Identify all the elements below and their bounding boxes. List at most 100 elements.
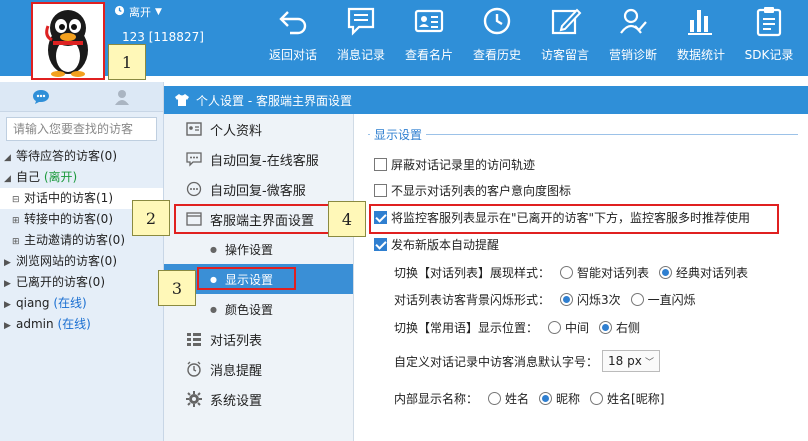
- blink-style-label: 对话列表访客背景闪烁形式：: [394, 293, 551, 307]
- chat-circle-icon: [186, 181, 202, 197]
- radio-nickname[interactable]: [539, 392, 553, 405]
- nav-chat-list-label: 对话列表: [210, 333, 263, 349]
- nav-auto-reply-online[interactable]: 自动回复-在线客服: [164, 144, 353, 174]
- tree-transfer-label: 转接中的访客(0): [24, 212, 113, 226]
- collapse-icon: ⊟: [12, 195, 20, 205]
- view-card-button[interactable]: 查看名片: [396, 2, 462, 66]
- message-record-icon: [347, 7, 375, 36]
- id-card-icon: [186, 122, 202, 136]
- checkbox-auto-update-notice[interactable]: [374, 238, 387, 251]
- bar-chart-icon: [688, 10, 712, 35]
- marketing-diagnosis-label: 营销诊断: [608, 48, 657, 62]
- alarm-clock-icon: [187, 361, 201, 377]
- section-divider: [368, 134, 798, 135]
- nav-profile[interactable]: 个人资料: [164, 114, 353, 144]
- tree-waiting[interactable]: ◢ 等待应答的访客(0): [0, 146, 163, 167]
- tree-admin-status: (在线): [57, 317, 91, 331]
- nav-chat-list[interactable]: 对话列表: [164, 324, 353, 354]
- radio-classic-list[interactable]: [659, 266, 673, 279]
- radio-phrase-right-label: 右侧: [616, 321, 641, 335]
- option-hide-intent-icon[interactable]: 不显示对话列表的客户意向度图标: [374, 182, 571, 199]
- phrase-position-row: 切换【常用语】显示位置： 中间 右侧: [394, 319, 640, 336]
- data-statistics-label: 数据统计: [676, 48, 725, 62]
- view-history-label: 查看历史: [472, 48, 521, 62]
- radio-blink-3[interactable]: [560, 293, 574, 306]
- tree-qiang-label: qiang: [16, 296, 50, 310]
- chat-list-style-label: 切换【对话列表】展现样式：: [394, 266, 551, 280]
- clipboard-icon: [756, 7, 782, 37]
- nav-system-settings[interactable]: 系统设置: [164, 384, 353, 414]
- callout-1: 1: [108, 44, 146, 80]
- nav-operation-settings[interactable]: ● 操作设置: [164, 234, 353, 264]
- tree-qiang-status: (在线): [53, 296, 87, 310]
- nav-message-notify-label: 消息提醒: [210, 363, 263, 379]
- shirt-icon: [175, 94, 189, 106]
- option-hide-intent-icon-label: 不显示对话列表的客户意向度图标: [391, 184, 572, 198]
- tree-qiang[interactable]: ▶ qiang (在线): [0, 293, 163, 314]
- business-card-icon: [414, 9, 444, 33]
- nav-auto-reply-wechat[interactable]: 自动回复-微客服: [164, 174, 353, 204]
- radio-phrase-right[interactable]: [599, 321, 613, 334]
- tree-self[interactable]: ◢ 自己 (离开): [0, 167, 163, 188]
- nav-profile-label: 个人资料: [210, 123, 263, 139]
- tab-chat[interactable]: [0, 89, 82, 105]
- tree-left[interactable]: ▶ 已离开的访客(0): [0, 272, 163, 293]
- display-name-label: 内部显示名称：: [394, 392, 479, 406]
- checkbox-hide-intent-icon[interactable]: [374, 184, 387, 197]
- visitor-search-input[interactable]: 请输入您要查找的访客: [6, 117, 157, 141]
- chat-dots-icon: [186, 152, 202, 167]
- caret-down-icon: ◢: [4, 174, 11, 184]
- marketing-diagnosis-button[interactable]: 营销诊断: [600, 2, 666, 66]
- edit-note-icon: [551, 8, 582, 35]
- radio-blink-always[interactable]: [630, 293, 644, 306]
- bullet-icon: ●: [210, 244, 217, 254]
- message-record-button[interactable]: 消息记录: [328, 2, 394, 66]
- option-hide-track[interactable]: 屏蔽对话记录里的访问轨迹: [374, 156, 535, 173]
- radio-name[interactable]: [488, 392, 502, 405]
- back-to-chat-button[interactable]: 返回对话: [260, 2, 326, 66]
- caret-right-icon: ▶: [4, 279, 11, 289]
- radio-smart-list[interactable]: [560, 266, 574, 279]
- nav-message-notify[interactable]: 消息提醒: [164, 354, 353, 384]
- message-record-label: 消息记录: [336, 48, 385, 62]
- user-id: 123 [118827]: [122, 30, 204, 44]
- caret-right-icon: ▶: [4, 258, 11, 268]
- radio-phrase-middle[interactable]: [548, 321, 562, 334]
- highlight-main-ui: [174, 204, 330, 234]
- checkbox-hide-track[interactable]: [374, 158, 387, 171]
- user-status[interactable]: 离开 ▼: [114, 4, 162, 20]
- gear-icon: [186, 391, 202, 407]
- caret-right-icon: ▶: [4, 321, 11, 331]
- back-to-chat-label: 返回对话: [268, 48, 317, 62]
- avatar[interactable]: [31, 2, 105, 80]
- chat-list-style-row: 切换【对话列表】展现样式： 智能对话列表 经典对话列表: [394, 264, 748, 281]
- font-size-select[interactable]: 18 px ﹀: [602, 350, 661, 372]
- radio-name-nickname[interactable]: [590, 392, 604, 405]
- radio-blink-3-label: 闪烁3次: [577, 293, 621, 307]
- visitor-message-button[interactable]: 访客留言: [532, 2, 598, 66]
- data-statistics-button[interactable]: 数据统计: [668, 2, 734, 66]
- option-auto-update-notice[interactable]: 发布新版本自动提醒: [374, 236, 499, 253]
- radio-classic-list-label: 经典对话列表: [676, 266, 749, 280]
- blink-style-row: 对话列表访客背景闪烁形式： 闪烁3次 一直闪烁: [394, 291, 696, 308]
- callout-4: 4: [328, 201, 366, 237]
- nav-auto-reply-online-label: 自动回复-在线客服: [210, 153, 319, 169]
- view-history-button[interactable]: 查看历史: [464, 2, 530, 66]
- radio-blink-always-label: 一直闪烁: [647, 293, 696, 307]
- chevron-down-icon: ▼: [155, 7, 162, 17]
- option-auto-update-notice-label: 发布新版本自动提醒: [391, 238, 500, 252]
- tree-admin[interactable]: ▶ admin (在线): [0, 314, 163, 335]
- settings-header: 个人设置 - 客服端主界面设置: [164, 86, 808, 114]
- diagnosis-icon: [620, 8, 647, 34]
- tree-left-label: 已离开的访客(0): [16, 275, 105, 289]
- radio-name-label: 姓名: [505, 392, 530, 406]
- tree-browsing[interactable]: ▶ 浏览网站的访客(0): [0, 251, 163, 272]
- sdk-record-button[interactable]: SDK记录: [736, 2, 802, 66]
- tree-self-status: (离开): [43, 170, 78, 184]
- tab-contacts[interactable]: [82, 89, 164, 105]
- tree-admin-label: admin: [16, 317, 54, 331]
- section-title: 显示设置: [370, 126, 427, 143]
- visitor-message-label: 访客留言: [540, 48, 589, 62]
- view-card-label: 查看名片: [404, 48, 453, 62]
- person-icon: [115, 89, 130, 105]
